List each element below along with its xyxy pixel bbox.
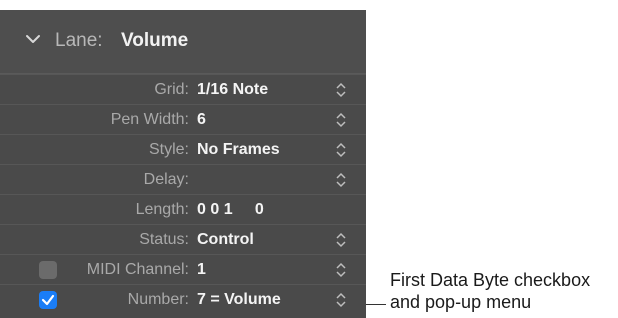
number-label: Number: [127, 291, 189, 308]
up-down-stepper-icon[interactable] [336, 262, 346, 278]
lane-name: Volume [121, 30, 189, 51]
lane-header[interactable]: Lane: Volume [0, 10, 366, 74]
pen-width-popup[interactable]: 6 [197, 111, 206, 129]
up-down-stepper-icon[interactable] [336, 292, 346, 308]
up-down-stepper-icon[interactable] [336, 232, 346, 248]
first-data-byte-checkbox[interactable] [39, 291, 57, 309]
grid-popup[interactable]: 1/16 Note [197, 81, 268, 99]
style-popup[interactable]: No Frames [197, 141, 280, 159]
callout-leader-line [366, 304, 386, 305]
number-popup[interactable]: 7 = Volume [197, 291, 281, 309]
chevron-down-icon[interactable] [24, 30, 42, 48]
checkmark-icon [41, 294, 55, 306]
length-field[interactable]: 0 0 1 0 [197, 201, 264, 219]
lane-label: Lane: [55, 30, 103, 51]
pen-width-label: Pen Width: [110, 111, 189, 128]
grid-row[interactable]: Grid: 1/16 Note [0, 74, 366, 105]
midi-channel-row[interactable]: MIDI Channel: 1 [0, 254, 366, 285]
length-row[interactable]: Length: 0 0 1 0 [0, 194, 366, 225]
grid-label: Grid: [154, 81, 189, 98]
lane-inspector-panel: Lane: Volume Grid: 1/16 Note Pen Width: … [0, 10, 366, 318]
midi-channel-checkbox[interactable] [39, 261, 57, 279]
callout-text: First Data Byte checkbox and pop-up menu [390, 269, 590, 313]
delay-label: Delay: [143, 171, 189, 188]
delay-row[interactable]: Delay: [0, 164, 366, 195]
callout-line-1: First Data Byte checkbox [390, 270, 591, 290]
pen-width-row[interactable]: Pen Width: 6 [0, 104, 366, 135]
length-label: Length: [135, 201, 189, 218]
up-down-stepper-icon[interactable] [336, 112, 346, 128]
midi-channel-popup[interactable]: 1 [197, 261, 206, 279]
number-row[interactable]: Number: 7 = Volume [0, 284, 366, 315]
midi-channel-label: MIDI Channel: [86, 261, 189, 278]
status-label: Status: [139, 231, 189, 248]
callout-line-2: and pop-up menu [390, 292, 532, 312]
up-down-stepper-icon[interactable] [336, 82, 346, 98]
status-row[interactable]: Status: Control [0, 224, 366, 255]
style-label: Style: [148, 141, 189, 158]
up-down-stepper-icon[interactable] [336, 172, 346, 188]
style-row[interactable]: Style: No Frames [0, 134, 366, 165]
up-down-stepper-icon[interactable] [336, 142, 346, 158]
status-popup[interactable]: Control [197, 231, 254, 249]
